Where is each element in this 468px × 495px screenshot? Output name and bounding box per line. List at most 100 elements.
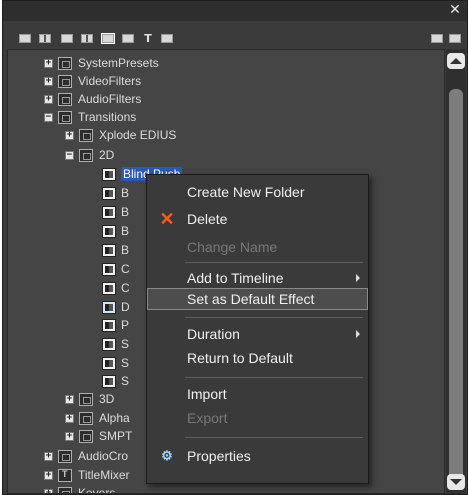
expand-icon[interactable]: + <box>65 431 74 441</box>
folder-icon <box>58 74 72 88</box>
effect-item[interactable]: B <box>46 184 129 202</box>
tree-folder-item[interactable]: + Keyers <box>8 484 115 493</box>
tree-folder-item[interactable]: − Transitions <box>8 108 136 126</box>
close-icon[interactable]: ✕ <box>447 2 463 18</box>
tree-folder-item[interactable]: + VideoFilters <box>8 72 141 90</box>
tree-item-label: 3D <box>99 392 115 406</box>
folder-icon <box>58 92 72 106</box>
tree-folder-item[interactable]: + Xplode EDIUS <box>29 126 176 144</box>
tree-item-label: AudioCro <box>78 449 129 463</box>
effect-item[interactable]: S <box>46 354 129 372</box>
transition-effect-icon <box>102 186 116 200</box>
tree-folder-item[interactable]: − 2D <box>29 146 114 164</box>
tree-folder-item[interactable]: + Alpha <box>29 409 130 427</box>
menu-item-label: Create New Folder <box>187 184 305 200</box>
view-details-icon[interactable] <box>37 31 53 45</box>
menu-icon-slot: ✕ <box>147 210 187 228</box>
effect-item[interactable]: D <box>46 298 130 316</box>
tree-item-label: C <box>121 262 130 276</box>
expand-icon[interactable]: + <box>65 394 74 404</box>
menu-item-label: Import <box>187 386 227 402</box>
folder-icon <box>58 468 72 482</box>
expand-icon[interactable]: + <box>65 413 74 423</box>
vertical-scrollbar[interactable] <box>446 49 466 494</box>
menu-item-label: Set as Default Effect <box>187 291 315 307</box>
folder-icon <box>79 411 93 425</box>
expand-icon[interactable]: + <box>44 58 53 68</box>
expand-icon[interactable]: + <box>44 451 53 461</box>
delete-x-icon: ✕ <box>159 209 175 229</box>
delete-item[interactable]: ✕ Delete <box>147 208 368 230</box>
menu-item-label: Export <box>187 410 228 426</box>
collapse-icon[interactable]: − <box>44 112 53 122</box>
add-to-timeline-item[interactable]: Add to Timeline <box>147 267 368 289</box>
collapse-icon[interactable]: − <box>65 150 74 160</box>
duration-item[interactable]: Duration <box>147 323 368 345</box>
tree-item-label: B <box>121 186 130 200</box>
tree-item-label: AudioFilters <box>78 92 142 106</box>
tree-item-label: Transitions <box>78 110 137 124</box>
tree-folder-item[interactable]: +3D <box>29 390 114 408</box>
tree-item-label: B <box>121 224 130 238</box>
view-selected-icon[interactable] <box>100 31 116 45</box>
folder-icon <box>79 128 93 142</box>
transition-effect-icon <box>102 167 116 181</box>
tree-item-label: TitleMixer <box>78 468 130 482</box>
set-default-effect-item[interactable]: Set as Default Effect <box>147 288 368 310</box>
expand-icon[interactable]: + <box>44 488 53 493</box>
tree-folder-item[interactable]: + SMPT <box>29 427 132 445</box>
effect-item[interactable]: B <box>46 222 129 240</box>
expand-icon[interactable]: + <box>44 470 53 480</box>
transition-effect-icon <box>102 337 116 351</box>
effect-item[interactable]: P <box>46 316 129 334</box>
view-large-icon[interactable] <box>79 31 95 45</box>
folder-icon <box>58 486 72 493</box>
effect-item[interactable]: S <box>46 335 129 353</box>
submenu-arrow-icon <box>356 274 360 282</box>
menu-separator <box>185 437 363 438</box>
import-item[interactable]: Import <box>147 383 368 405</box>
view-small-icon[interactable] <box>120 31 136 45</box>
menu-item-label: Properties <box>187 448 251 464</box>
transition-effect-icon <box>102 300 116 314</box>
view-thumbnail-icon[interactable] <box>59 31 75 45</box>
effect-item[interactable]: B <box>46 241 129 259</box>
return-to-default-item[interactable]: Return to Default <box>147 347 368 369</box>
properties-icon: ⚙ <box>161 448 173 463</box>
tree-item-label: C <box>121 281 130 295</box>
folder-icon <box>79 429 93 443</box>
tree-folder-item[interactable]: + AudioCro <box>8 447 128 465</box>
scroll-down-button[interactable] <box>447 474 465 490</box>
folder-icon <box>58 56 72 70</box>
panel-icon[interactable] <box>429 31 445 45</box>
menu-item-label: Delete <box>187 211 228 227</box>
tree-item-label: S <box>121 337 130 351</box>
tree-folder-item[interactable]: + TitleMixer <box>8 466 130 484</box>
effect-item[interactable]: B <box>46 203 129 221</box>
view-list-icon[interactable] <box>17 31 33 45</box>
expand-icon[interactable]: + <box>44 76 53 86</box>
scroll-thumb[interactable] <box>449 89 463 484</box>
tree-folder-item[interactable]: + SystemPresets <box>8 54 159 72</box>
menu-separator <box>185 262 363 263</box>
folder-view-icon[interactable] <box>159 31 175 45</box>
create-new-folder-item[interactable]: Create New Folder <box>147 181 368 203</box>
effect-item[interactable]: C <box>46 279 130 297</box>
lock-icon[interactable] <box>447 31 463 45</box>
export-item: Export <box>147 407 368 429</box>
transition-effect-icon <box>102 224 116 238</box>
scroll-up-button[interactable] <box>447 53 465 69</box>
effect-palette-panel: ✕ T + SystemPresets + VideoFilters + AudioFil… <box>2 0 468 495</box>
tree-folder-item[interactable]: + AudioFilters <box>8 90 141 108</box>
transition-effect-icon <box>102 356 116 370</box>
text-icon[interactable]: T <box>140 31 156 45</box>
properties-item[interactable]: ⚙ Properties <box>147 445 368 467</box>
tree-item-label: SystemPresets <box>78 56 159 70</box>
menu-item-label: Add to Timeline <box>187 270 284 286</box>
effect-item[interactable]: C <box>46 260 130 278</box>
expand-icon[interactable]: + <box>44 94 53 104</box>
expand-icon[interactable]: + <box>65 130 74 140</box>
menu-separator <box>185 317 363 318</box>
effect-item[interactable]: S <box>46 372 129 390</box>
tree-item-label: 2D <box>99 148 115 162</box>
